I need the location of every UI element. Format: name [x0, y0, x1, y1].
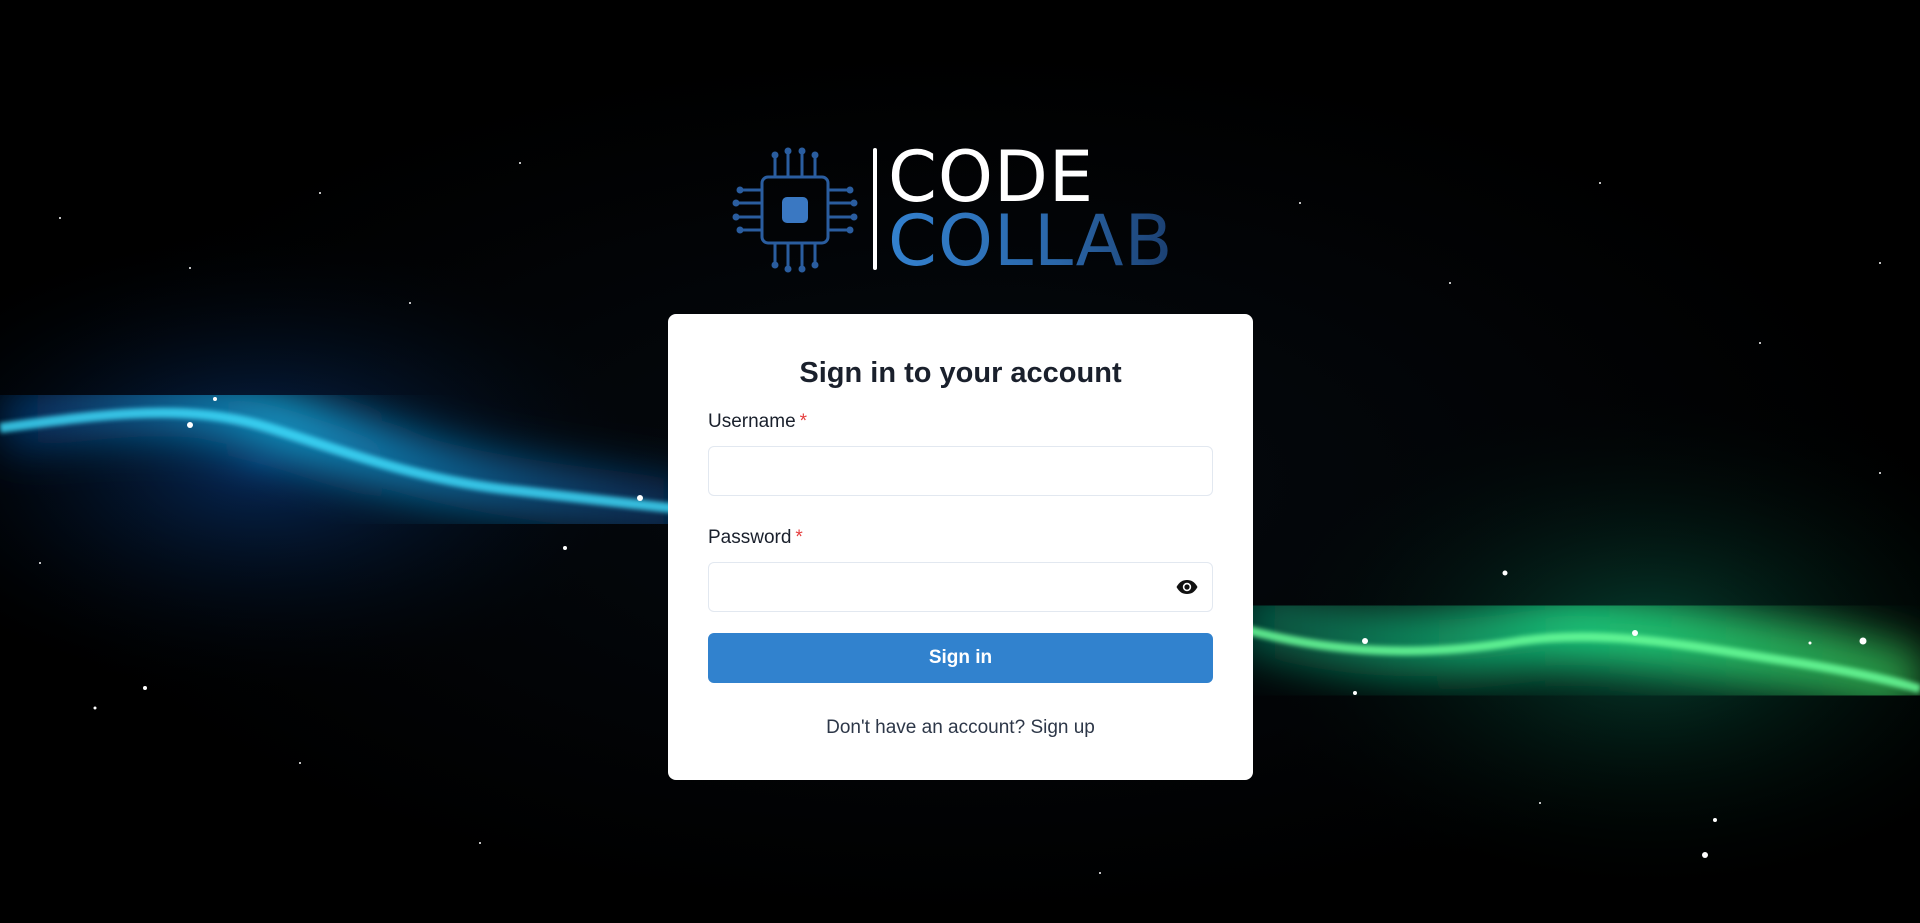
eye-icon[interactable] — [1175, 575, 1199, 599]
logo-line-collab: COLLAB — [888, 200, 1174, 282]
sign-up-link[interactable]: Sign up — [1030, 717, 1094, 738]
username-field-wrap — [708, 446, 1213, 496]
login-title: Sign in to your account — [799, 357, 1122, 389]
required-marker: * — [799, 411, 808, 432]
signup-prompt: Don't have an account? Sign up — [708, 717, 1213, 739]
password-field-wrap — [708, 562, 1213, 612]
sign-in-button[interactable]: Sign in — [708, 633, 1213, 683]
logo-divider — [873, 148, 877, 270]
login-card: Sign in to your account Username * Passwo… — [668, 314, 1253, 780]
username-label: Username * — [708, 410, 1213, 434]
circuit-chip-icon — [732, 147, 858, 273]
password-label: Password * — [708, 526, 1213, 550]
username-label-text: Username — [708, 411, 796, 432]
password-input[interactable] — [708, 562, 1213, 612]
password-label-text: Password — [708, 527, 792, 548]
logo-wordmark: CODE COLLAB — [888, 142, 1174, 282]
browser-top-bar — [0, 0, 1920, 43]
username-input[interactable] — [708, 446, 1213, 496]
code-collab-logo: CODE COLLAB — [730, 142, 1190, 282]
signup-prompt-text: Don't have an account? — [826, 717, 1026, 738]
required-marker: * — [795, 527, 803, 548]
